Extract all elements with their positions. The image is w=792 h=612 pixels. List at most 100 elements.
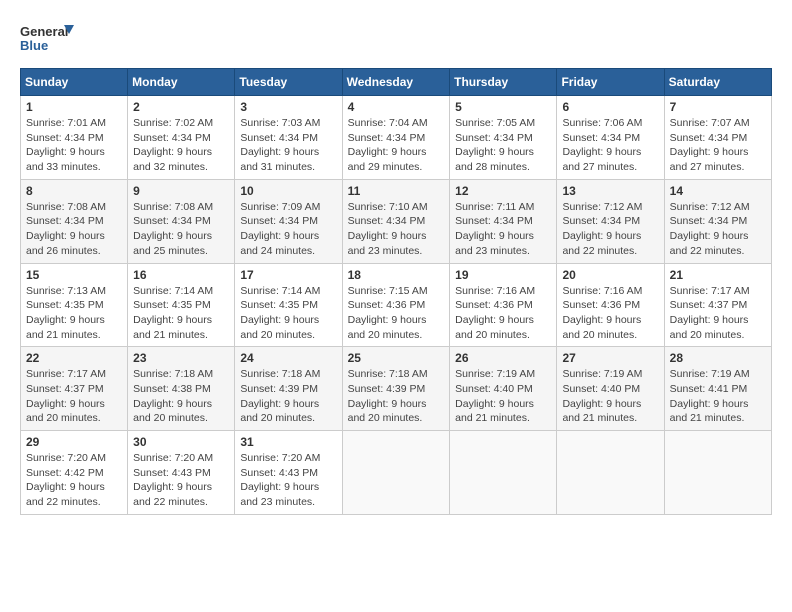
day-number: 22 [26, 351, 122, 365]
calendar-day-cell: 22 Sunrise: 7:17 AM Sunset: 4:37 PM Dayli… [21, 347, 128, 431]
calendar-day-cell: 30 Sunrise: 7:20 AM Sunset: 4:43 PM Dayli… [128, 431, 235, 515]
day-info: Sunrise: 7:14 AM Sunset: 4:35 PM Dayligh… [133, 284, 229, 343]
empty-cell [664, 431, 771, 515]
day-info: Sunrise: 7:20 AM Sunset: 4:43 PM Dayligh… [133, 451, 229, 510]
day-info: Sunrise: 7:08 AM Sunset: 4:34 PM Dayligh… [26, 200, 122, 259]
calendar-week-row: 1Sunrise: 7:01 AM Sunset: 4:34 PM Daylig… [21, 96, 772, 180]
day-number: 19 [455, 268, 551, 282]
calendar-day-cell: 8 Sunrise: 7:08 AM Sunset: 4:34 PM Daylig… [21, 179, 128, 263]
calendar-week-row: 15Sunrise: 7:13 AM Sunset: 4:35 PM Dayli… [21, 263, 772, 347]
day-info: Sunrise: 7:19 AM Sunset: 4:40 PM Dayligh… [455, 367, 551, 426]
weekday-header-monday: Monday [128, 69, 235, 96]
calendar-day-cell: 28Sunrise: 7:19 AM Sunset: 4:41 PM Dayli… [664, 347, 771, 431]
weekday-header-tuesday: Tuesday [235, 69, 342, 96]
calendar-day-cell: 16 Sunrise: 7:14 AM Sunset: 4:35 PM Dayli… [128, 263, 235, 347]
day-number: 5 [455, 100, 551, 114]
calendar-day-cell: 13 Sunrise: 7:12 AM Sunset: 4:34 PM Dayli… [557, 179, 664, 263]
day-number: 23 [133, 351, 229, 365]
calendar-day-cell: 9Sunrise: 7:08 AM Sunset: 4:34 PM Daylig… [128, 179, 235, 263]
calendar-day-cell: 2 Sunrise: 7:02 AM Sunset: 4:34 PM Daylig… [128, 96, 235, 180]
day-number: 27 [562, 351, 658, 365]
calendar-day-cell: 21 Sunrise: 7:17 AM Sunset: 4:37 PM Dayli… [664, 263, 771, 347]
day-number: 21 [670, 268, 766, 282]
day-info: Sunrise: 7:17 AM Sunset: 4:37 PM Dayligh… [670, 284, 766, 343]
day-number: 15 [26, 268, 122, 282]
calendar-week-row: 29 Sunrise: 7:20 AM Sunset: 4:42 PM Dayli… [21, 431, 772, 515]
day-number: 18 [348, 268, 445, 282]
header: GeneralBlue [20, 20, 772, 58]
weekday-header-thursday: Thursday [450, 69, 557, 96]
empty-cell [557, 431, 664, 515]
logo-icon: GeneralBlue [20, 20, 75, 58]
day-info: Sunrise: 7:12 AM Sunset: 4:34 PM Dayligh… [562, 200, 658, 259]
day-info: Sunrise: 7:17 AM Sunset: 4:37 PM Dayligh… [26, 367, 122, 426]
calendar-day-cell: 4 Sunrise: 7:04 AM Sunset: 4:34 PM Daylig… [342, 96, 450, 180]
day-info: Sunrise: 7:01 AM Sunset: 4:34 PM Dayligh… [26, 116, 122, 175]
calendar-day-cell: 27 Sunrise: 7:19 AM Sunset: 4:40 PM Dayli… [557, 347, 664, 431]
calendar-day-cell: 17 Sunrise: 7:14 AM Sunset: 4:35 PM Dayli… [235, 263, 342, 347]
day-number: 14 [670, 184, 766, 198]
empty-cell [342, 431, 450, 515]
day-number: 9 [133, 184, 229, 198]
day-number: 17 [240, 268, 336, 282]
day-number: 2 [133, 100, 229, 114]
calendar-day-cell: 19Sunrise: 7:16 AM Sunset: 4:36 PM Dayli… [450, 263, 557, 347]
day-number: 3 [240, 100, 336, 114]
calendar-day-cell: 23 Sunrise: 7:18 AM Sunset: 4:38 PM Dayli… [128, 347, 235, 431]
day-number: 4 [348, 100, 445, 114]
day-number: 12 [455, 184, 551, 198]
day-number: 16 [133, 268, 229, 282]
day-number: 25 [348, 351, 445, 365]
day-info: Sunrise: 7:18 AM Sunset: 4:39 PM Dayligh… [348, 367, 445, 426]
day-info: Sunrise: 7:14 AM Sunset: 4:35 PM Dayligh… [240, 284, 336, 343]
calendar-day-cell: 18 Sunrise: 7:15 AM Sunset: 4:36 PM Dayli… [342, 263, 450, 347]
day-number: 11 [348, 184, 445, 198]
day-info: Sunrise: 7:02 AM Sunset: 4:34 PM Dayligh… [133, 116, 229, 175]
calendar-day-cell: 6 Sunrise: 7:06 AM Sunset: 4:34 PM Daylig… [557, 96, 664, 180]
day-info: Sunrise: 7:20 AM Sunset: 4:42 PM Dayligh… [26, 451, 122, 510]
day-number: 24 [240, 351, 336, 365]
day-info: Sunrise: 7:20 AM Sunset: 4:43 PM Dayligh… [240, 451, 336, 510]
calendar-day-cell: 10 Sunrise: 7:09 AM Sunset: 4:34 PM Dayli… [235, 179, 342, 263]
logo: GeneralBlue [20, 20, 75, 58]
calendar-day-cell: 20Sunrise: 7:16 AM Sunset: 4:36 PM Dayli… [557, 263, 664, 347]
calendar-day-cell: 31 Sunrise: 7:20 AM Sunset: 4:43 PM Dayli… [235, 431, 342, 515]
day-number: 6 [562, 100, 658, 114]
day-info: Sunrise: 7:09 AM Sunset: 4:34 PM Dayligh… [240, 200, 336, 259]
day-info: Sunrise: 7:10 AM Sunset: 4:34 PM Dayligh… [348, 200, 445, 259]
day-number: 31 [240, 435, 336, 449]
day-number: 30 [133, 435, 229, 449]
day-info: Sunrise: 7:11 AM Sunset: 4:34 PM Dayligh… [455, 200, 551, 259]
day-number: 26 [455, 351, 551, 365]
calendar-day-cell: 3 Sunrise: 7:03 AM Sunset: 4:34 PM Daylig… [235, 96, 342, 180]
calendar-table: SundayMondayTuesdayWednesdayThursdayFrid… [20, 68, 772, 515]
calendar-day-cell: 24 Sunrise: 7:18 AM Sunset: 4:39 PM Dayli… [235, 347, 342, 431]
day-info: Sunrise: 7:03 AM Sunset: 4:34 PM Dayligh… [240, 116, 336, 175]
calendar-day-cell: 15Sunrise: 7:13 AM Sunset: 4:35 PM Dayli… [21, 263, 128, 347]
day-info: Sunrise: 7:19 AM Sunset: 4:40 PM Dayligh… [562, 367, 658, 426]
weekday-header-wednesday: Wednesday [342, 69, 450, 96]
weekday-header-sunday: Sunday [21, 69, 128, 96]
day-info: Sunrise: 7:18 AM Sunset: 4:38 PM Dayligh… [133, 367, 229, 426]
calendar-day-cell: 26 Sunrise: 7:19 AM Sunset: 4:40 PM Dayli… [450, 347, 557, 431]
day-number: 29 [26, 435, 122, 449]
day-info: Sunrise: 7:06 AM Sunset: 4:34 PM Dayligh… [562, 116, 658, 175]
calendar-header-row: SundayMondayTuesdayWednesdayThursdayFrid… [21, 69, 772, 96]
day-info: Sunrise: 7:04 AM Sunset: 4:34 PM Dayligh… [348, 116, 445, 175]
day-info: Sunrise: 7:19 AM Sunset: 4:41 PM Dayligh… [670, 367, 766, 426]
day-info: Sunrise: 7:12 AM Sunset: 4:34 PM Dayligh… [670, 200, 766, 259]
day-info: Sunrise: 7:15 AM Sunset: 4:36 PM Dayligh… [348, 284, 445, 343]
calendar-day-cell: 7Sunrise: 7:07 AM Sunset: 4:34 PM Daylig… [664, 96, 771, 180]
calendar-day-cell: 25 Sunrise: 7:18 AM Sunset: 4:39 PM Dayli… [342, 347, 450, 431]
day-number: 10 [240, 184, 336, 198]
day-info: Sunrise: 7:05 AM Sunset: 4:34 PM Dayligh… [455, 116, 551, 175]
weekday-header-saturday: Saturday [664, 69, 771, 96]
day-info: Sunrise: 7:18 AM Sunset: 4:39 PM Dayligh… [240, 367, 336, 426]
calendar-week-row: 8 Sunrise: 7:08 AM Sunset: 4:34 PM Daylig… [21, 179, 772, 263]
day-number: 13 [562, 184, 658, 198]
empty-cell [450, 431, 557, 515]
day-number: 8 [26, 184, 122, 198]
calendar-day-cell: 1Sunrise: 7:01 AM Sunset: 4:34 PM Daylig… [21, 96, 128, 180]
svg-text:General: General [20, 24, 68, 39]
calendar-day-cell: 29 Sunrise: 7:20 AM Sunset: 4:42 PM Dayli… [21, 431, 128, 515]
